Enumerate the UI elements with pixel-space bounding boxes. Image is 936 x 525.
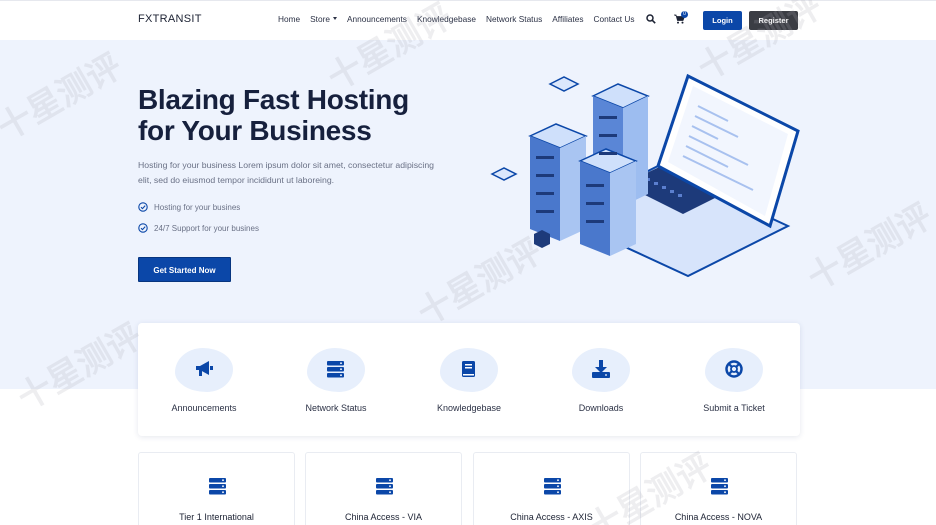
quick-link-label: Submit a Ticket xyxy=(703,403,765,413)
quick-link-downloads[interactable]: Downloads xyxy=(541,348,661,413)
feature-label: Hosting for your busines xyxy=(154,202,241,212)
hero-title-line2: for Your Business xyxy=(138,115,372,146)
main-nav: Home Store Announcements Knowledgebase N… xyxy=(278,14,645,24)
search-icon[interactable] xyxy=(646,14,656,24)
server-icon xyxy=(376,478,393,495)
service-label: China Access - NOVA xyxy=(674,512,763,522)
hero-title-line1: Blazing Fast Hosting xyxy=(138,84,409,115)
service-card[interactable]: China Access - VIA xyxy=(305,452,462,525)
server-icon xyxy=(544,478,561,495)
lifebuoy-icon xyxy=(725,360,743,378)
icon-blob xyxy=(175,348,233,392)
service-label: China Access - VIA xyxy=(344,512,423,522)
quick-links-card: Announcements Network Status Knowledgeba… xyxy=(138,323,800,436)
get-started-button[interactable]: Get Started Now xyxy=(138,257,231,282)
service-card[interactable]: Tier 1 International xyxy=(138,452,295,525)
quick-link-announcements[interactable]: Announcements xyxy=(144,348,264,413)
quick-link-label: Announcements xyxy=(171,403,237,413)
quick-link-submit-ticket[interactable]: Submit a Ticket xyxy=(674,348,794,413)
service-label: Tier 1 International xyxy=(179,512,254,522)
check-circle-icon xyxy=(138,223,148,233)
nav-affiliates[interactable]: Affiliates xyxy=(552,14,583,24)
download-icon xyxy=(592,360,610,378)
quick-link-network-status[interactable]: Network Status xyxy=(276,348,396,413)
check-circle-icon xyxy=(138,202,148,212)
server-icon xyxy=(209,478,226,495)
feature-item: Hosting for your busines xyxy=(138,202,240,212)
quick-link-label: Knowledgebase xyxy=(436,403,502,413)
cart-count-badge: 0 xyxy=(681,11,688,18)
megaphone-icon xyxy=(196,361,213,376)
chevron-down-icon xyxy=(332,17,337,21)
feature-item: 24/7 Support for your busines xyxy=(138,223,259,233)
quick-link-label: Network Status xyxy=(305,403,367,413)
nav-network-status[interactable]: Network Status xyxy=(486,14,542,24)
icon-blob xyxy=(440,348,498,392)
quick-link-label: Downloads xyxy=(578,403,624,413)
icon-blob xyxy=(705,348,763,392)
quick-link-knowledgebase[interactable]: Knowledgebase xyxy=(409,348,529,413)
nav-store[interactable]: Store xyxy=(310,14,337,24)
nav-home[interactable]: Home xyxy=(278,14,300,24)
nav-store-label: Store xyxy=(310,14,330,24)
book-icon xyxy=(462,361,475,377)
hero-description: Hosting for your business Lorem ipsum do… xyxy=(138,160,434,185)
icon-blob xyxy=(307,348,365,392)
hero-title: Blazing Fast Hosting for Your Business xyxy=(138,84,458,146)
server-icon xyxy=(327,361,344,378)
nav-contact-us[interactable]: Contact Us xyxy=(593,14,634,24)
site-logo[interactable]: FXTRANSIT xyxy=(138,13,202,25)
feature-label: 24/7 Support for your busines xyxy=(154,223,259,233)
icon-blob xyxy=(572,348,630,392)
